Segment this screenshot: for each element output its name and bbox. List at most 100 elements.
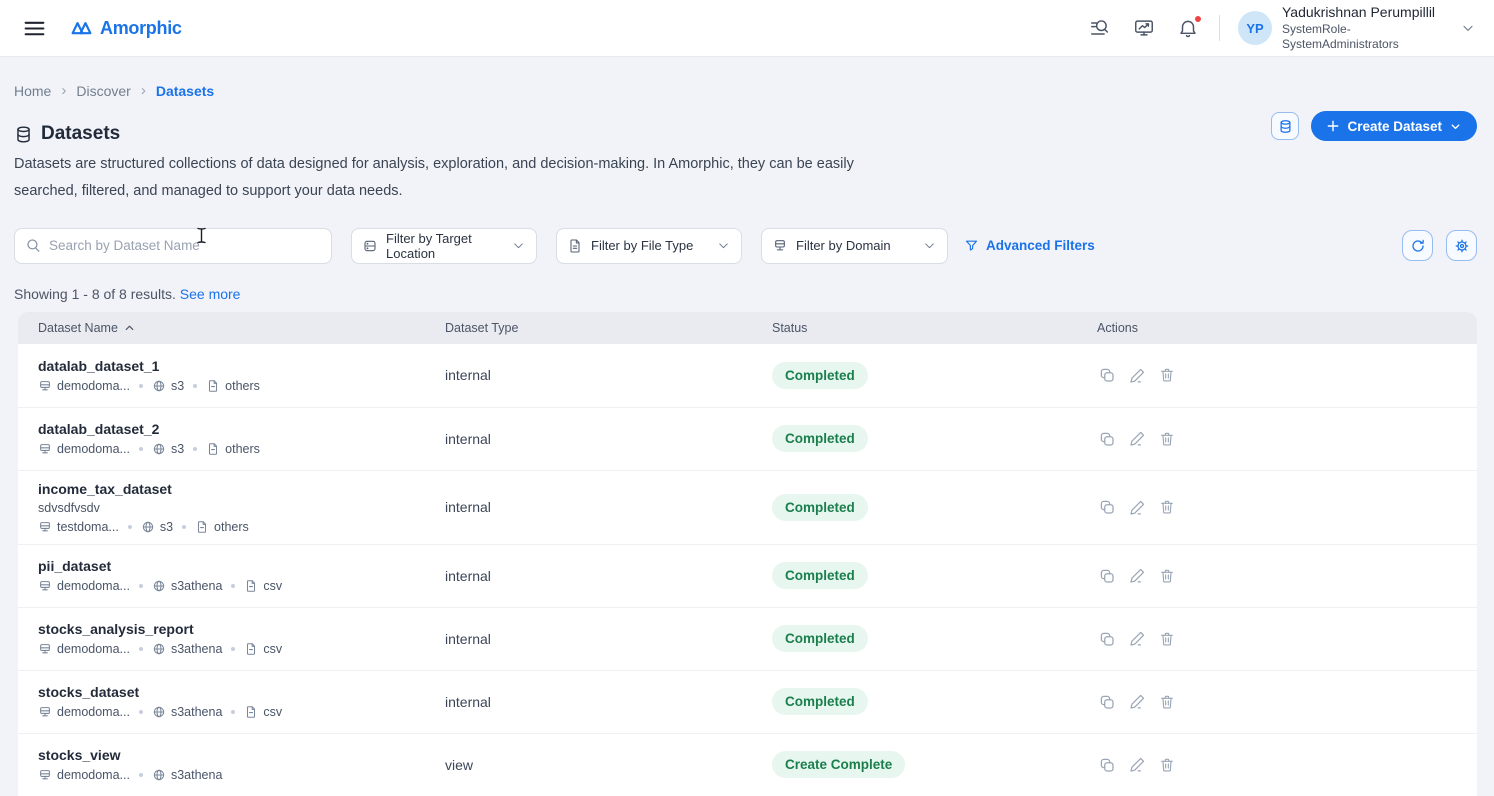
user-name: Yadukrishnan Perumpillil (1282, 4, 1436, 20)
copy-icon (1100, 695, 1114, 709)
delete-icon (1161, 368, 1173, 382)
filter-file-type-dropdown[interactable]: Filter by File Type (556, 227, 742, 264)
edit-dataset-button[interactable] (1129, 756, 1146, 773)
delete-dataset-button[interactable] (1159, 431, 1175, 447)
edit-dataset-button[interactable] (1129, 567, 1146, 584)
dataset-domain: demodoma... (57, 768, 130, 783)
column-label: Status (772, 320, 808, 335)
copy-dataset-button[interactable] (1098, 498, 1116, 516)
user-menu[interactable]: YP Yadukrishnan Perumpillil SystemRole-S… (1238, 4, 1476, 52)
delete-dataset-button[interactable] (1159, 499, 1175, 515)
globe-grid-icon (153, 380, 165, 391)
results-summary: Showing 1 - 8 of 8 results. (14, 285, 176, 302)
domain-icon (40, 444, 50, 454)
globe-grid-icon (153, 580, 165, 592)
search-input[interactable] (49, 238, 321, 254)
dataset-name[interactable]: stocks_analysis_report (38, 621, 433, 637)
dataset-file-type: others (225, 442, 260, 457)
dataset-name[interactable]: datalab_dataset_1 (38, 358, 433, 374)
breadcrumb-separator: › (61, 82, 67, 99)
meta-dot-2 (193, 383, 198, 388)
table-row[interactable]: income_tax_dataset sdvsdfvsdv testdoma..… (18, 469, 1477, 544)
dataset-name[interactable]: pii_dataset (38, 558, 433, 574)
column-header-dataset-name[interactable]: Dataset Name (18, 321, 445, 335)
meta-dot-1 (138, 383, 143, 388)
delete-dataset-button[interactable] (1159, 631, 1175, 647)
refresh-button[interactable] (1402, 230, 1433, 262)
filter-domain-dropdown[interactable]: Filter by Domain (761, 227, 948, 264)
table-row[interactable]: datalab_dataset_2 demodoma... s3 others … (18, 406, 1477, 470)
create-dataset-button[interactable]: Create Dataset (1311, 111, 1477, 141)
menu-icon (24, 21, 45, 35)
file-icon (209, 379, 218, 392)
dataset-meta: demodoma... s3athena (38, 768, 433, 782)
dataset-target-location: s3 (170, 378, 185, 393)
copy-dataset-button[interactable] (1098, 366, 1116, 384)
meta-dot-1 (138, 710, 143, 715)
delete-dataset-button[interactable] (1159, 694, 1175, 710)
notifications-button[interactable] (1175, 15, 1202, 41)
search-icon (27, 239, 40, 252)
dataset-name[interactable]: stocks_view (38, 747, 433, 763)
search-box[interactable] (14, 227, 332, 264)
table-row[interactable]: datalab_dataset_1 demodoma... s3 others … (18, 343, 1477, 407)
meta-dot-1 (138, 773, 143, 778)
dataset-name[interactable]: stocks_dataset (38, 684, 433, 700)
dataset-meta: testdoma... s3 others (38, 520, 433, 534)
filter-target-location-dropdown[interactable]: Filter by Target Location (351, 227, 537, 264)
dataset-quick-action-button[interactable] (1271, 112, 1300, 140)
file-type-chip: others (206, 442, 260, 456)
delete-icon (1161, 500, 1173, 514)
domain-icon (775, 239, 785, 251)
advanced-filters-button[interactable]: Advanced Filters (964, 238, 1095, 253)
see-more-link[interactable]: See more (180, 286, 241, 302)
datasets-table: Dataset Name Dataset Type Status Actions… (18, 311, 1477, 796)
breadcrumb-home[interactable]: Home (14, 83, 51, 99)
dataset-file-type: others (225, 378, 260, 393)
page-header: Datasets Datasets are structured collect… (0, 99, 1494, 205)
edit-icon (1130, 569, 1145, 583)
dashboard-button[interactable] (1131, 15, 1157, 41)
dataset-name[interactable]: datalab_dataset_2 (38, 421, 433, 437)
brand-logo[interactable]: Amorphic (69, 16, 182, 41)
dataset-type: internal (445, 693, 491, 710)
user-role: SystemRole-SystemAdministrators (1282, 22, 1399, 51)
delete-icon (1161, 569, 1173, 583)
dataset-file-type: csv (263, 705, 283, 720)
delete-dataset-button[interactable] (1159, 757, 1175, 773)
table-row[interactable]: stocks_analysis_report demodoma... s3ath… (18, 606, 1477, 670)
delete-dataset-button[interactable] (1159, 568, 1175, 584)
table-row[interactable]: pii_dataset demodoma... s3athena csv int… (18, 543, 1477, 607)
domain-icon (40, 380, 50, 390)
table-row[interactable]: stocks_dataset demodoma... s3athena csv … (18, 669, 1477, 733)
edit-dataset-button[interactable] (1129, 693, 1146, 710)
dataset-type: internal (445, 499, 491, 516)
global-search-button[interactable] (1087, 15, 1113, 41)
menu-button[interactable] (18, 12, 51, 45)
copy-dataset-button[interactable] (1098, 567, 1116, 585)
edit-dataset-button[interactable] (1129, 630, 1146, 647)
domain-chip: demodoma... (38, 379, 130, 393)
delete-dataset-button[interactable] (1159, 367, 1175, 383)
copy-dataset-button[interactable] (1098, 693, 1116, 711)
meta-dot-1 (138, 584, 143, 589)
file-icon (247, 580, 256, 592)
edit-dataset-button[interactable] (1129, 499, 1146, 516)
plus-icon (1328, 120, 1339, 132)
copy-dataset-button[interactable] (1098, 630, 1116, 648)
file-type-chip: csv (244, 705, 282, 719)
breadcrumb-discover[interactable]: Discover (76, 83, 130, 99)
dataset-target-location: s3 (170, 442, 185, 457)
dataset-name[interactable]: income_tax_dataset (38, 481, 433, 497)
filter-toolbar: Filter by Target Location Filter by File… (0, 205, 1494, 264)
meta-dot-2 (231, 710, 236, 715)
copy-dataset-button[interactable] (1098, 756, 1116, 774)
edit-dataset-button[interactable] (1129, 367, 1146, 384)
settings-button[interactable] (1446, 230, 1477, 262)
edit-dataset-button[interactable] (1129, 430, 1146, 447)
copy-dataset-button[interactable] (1098, 430, 1116, 448)
results-summary-line: Showing 1 - 8 of 8 results. See more (0, 264, 1494, 302)
target-location-chip: s3 (141, 520, 173, 534)
funnel-icon (965, 240, 978, 251)
table-row[interactable]: stocks_view demodoma... s3athena view Cr… (18, 732, 1477, 796)
